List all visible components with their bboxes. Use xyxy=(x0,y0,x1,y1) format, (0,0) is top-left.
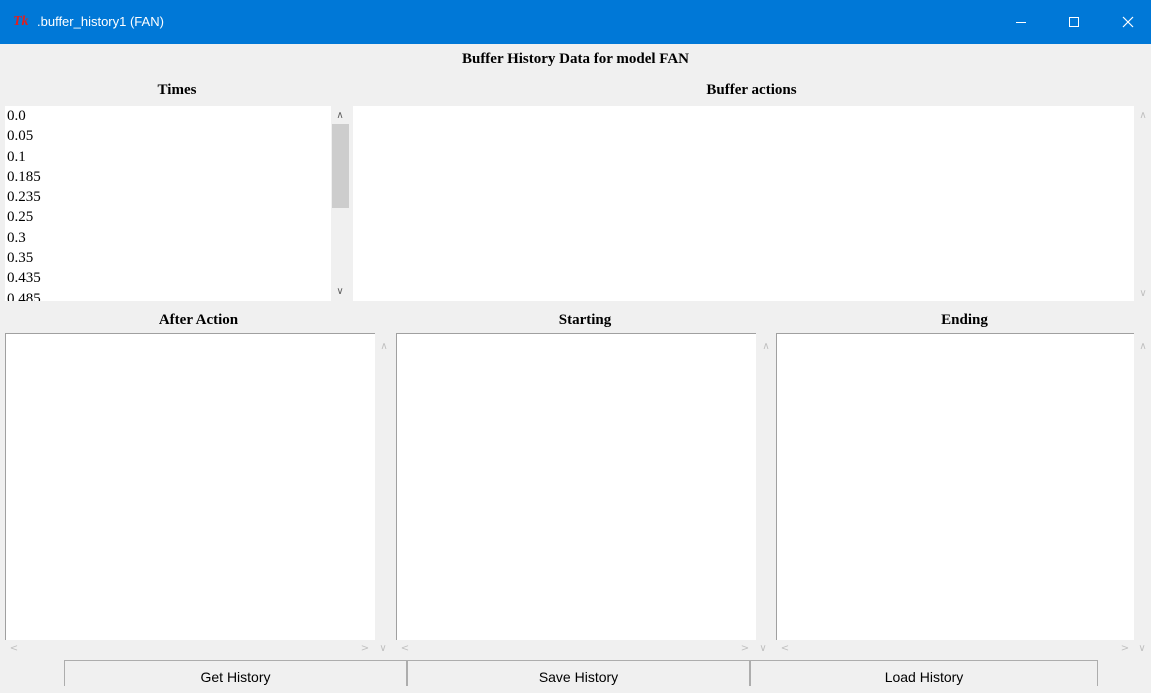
list-item[interactable]: 0.3 xyxy=(5,228,331,248)
scroll-up-icon[interactable]: ∧ xyxy=(757,341,775,353)
list-item[interactable]: 0.1 xyxy=(5,147,331,167)
scroll-down-icon[interactable]: ∨ xyxy=(374,643,392,655)
ending-vscrollbar[interactable]: ∧ xyxy=(1134,333,1151,640)
title-bar[interactable]: Tk .buffer_history1 (FAN) xyxy=(0,0,1151,44)
scroll-right-icon[interactable]: > xyxy=(1116,643,1134,655)
minimize-button[interactable] xyxy=(998,0,1044,44)
list-item[interactable]: 0.25 xyxy=(5,207,331,227)
scroll-down-icon[interactable]: ∨ xyxy=(1134,288,1151,300)
starting-vscrollbar[interactable]: ∧ xyxy=(756,333,776,640)
after-action-vscrollbar[interactable]: ∧ xyxy=(375,333,392,640)
tk-feather-icon: Tk xyxy=(13,14,29,29)
scroll-left-icon[interactable]: < xyxy=(396,643,414,655)
list-item[interactable]: 0.435 xyxy=(5,268,331,288)
scroll-down-icon[interactable]: ∨ xyxy=(1133,643,1151,655)
scroll-down-icon[interactable]: ∨ xyxy=(331,286,349,298)
scroll-up-icon[interactable]: ∧ xyxy=(331,110,349,122)
scroll-down-icon[interactable]: ∨ xyxy=(754,643,772,655)
starting-hscrollbar[interactable]: < > ∨ xyxy=(393,640,778,658)
starting-text[interactable] xyxy=(396,333,756,640)
list-item[interactable]: 0.35 xyxy=(5,248,331,268)
scroll-left-icon[interactable]: < xyxy=(5,643,23,655)
list-item[interactable]: 0.235 xyxy=(5,187,331,207)
ending-hscrollbar[interactable]: < > ∨ xyxy=(776,640,1151,658)
close-button[interactable] xyxy=(1105,0,1151,44)
list-item[interactable]: 0.0 xyxy=(5,106,331,126)
buffer-actions-heading: Buffer actions xyxy=(706,82,797,98)
maximize-icon xyxy=(1069,17,1079,27)
after-action-text[interactable] xyxy=(5,333,375,640)
save-history-button[interactable]: Save History xyxy=(407,660,750,686)
scroll-up-icon[interactable]: ∧ xyxy=(375,341,393,353)
starting-heading: Starting xyxy=(558,312,612,328)
list-item[interactable]: 0.485 xyxy=(5,289,331,301)
ending-heading: Ending xyxy=(941,312,988,328)
load-history-button[interactable]: Load History xyxy=(750,660,1098,686)
list-item[interactable]: 0.05 xyxy=(5,126,331,146)
scroll-right-icon[interactable]: > xyxy=(356,643,374,655)
list-item[interactable]: 0.185 xyxy=(5,167,331,187)
scroll-right-icon[interactable]: > xyxy=(736,643,754,655)
times-scrollbar[interactable]: ∧ ∨ xyxy=(331,106,349,301)
ending-text[interactable] xyxy=(776,333,1134,640)
scroll-thumb[interactable] xyxy=(332,124,349,208)
after-action-heading: After Action xyxy=(158,312,239,328)
after-action-hscrollbar[interactable]: < > ∨ xyxy=(5,640,392,658)
window-title: .buffer_history1 (FAN) xyxy=(37,14,164,29)
close-icon xyxy=(1122,16,1134,28)
page-title: Buffer History Data for model FAN xyxy=(461,51,690,67)
times-heading: Times xyxy=(157,82,197,98)
maximize-button[interactable] xyxy=(1051,0,1097,44)
get-history-button[interactable]: Get History xyxy=(64,660,407,686)
scroll-left-icon[interactable]: < xyxy=(776,643,794,655)
scroll-up-icon[interactable]: ∧ xyxy=(1134,110,1151,122)
buffer-actions-scrollbar[interactable]: ∧ ∨ xyxy=(1134,106,1151,301)
buffer-actions-text[interactable] xyxy=(353,106,1134,301)
minimize-icon xyxy=(1016,22,1026,23)
scroll-up-icon[interactable]: ∧ xyxy=(1134,341,1151,353)
times-listbox[interactable]: 0.0 0.05 0.1 0.185 0.235 0.25 0.3 0.35 0… xyxy=(5,106,331,301)
